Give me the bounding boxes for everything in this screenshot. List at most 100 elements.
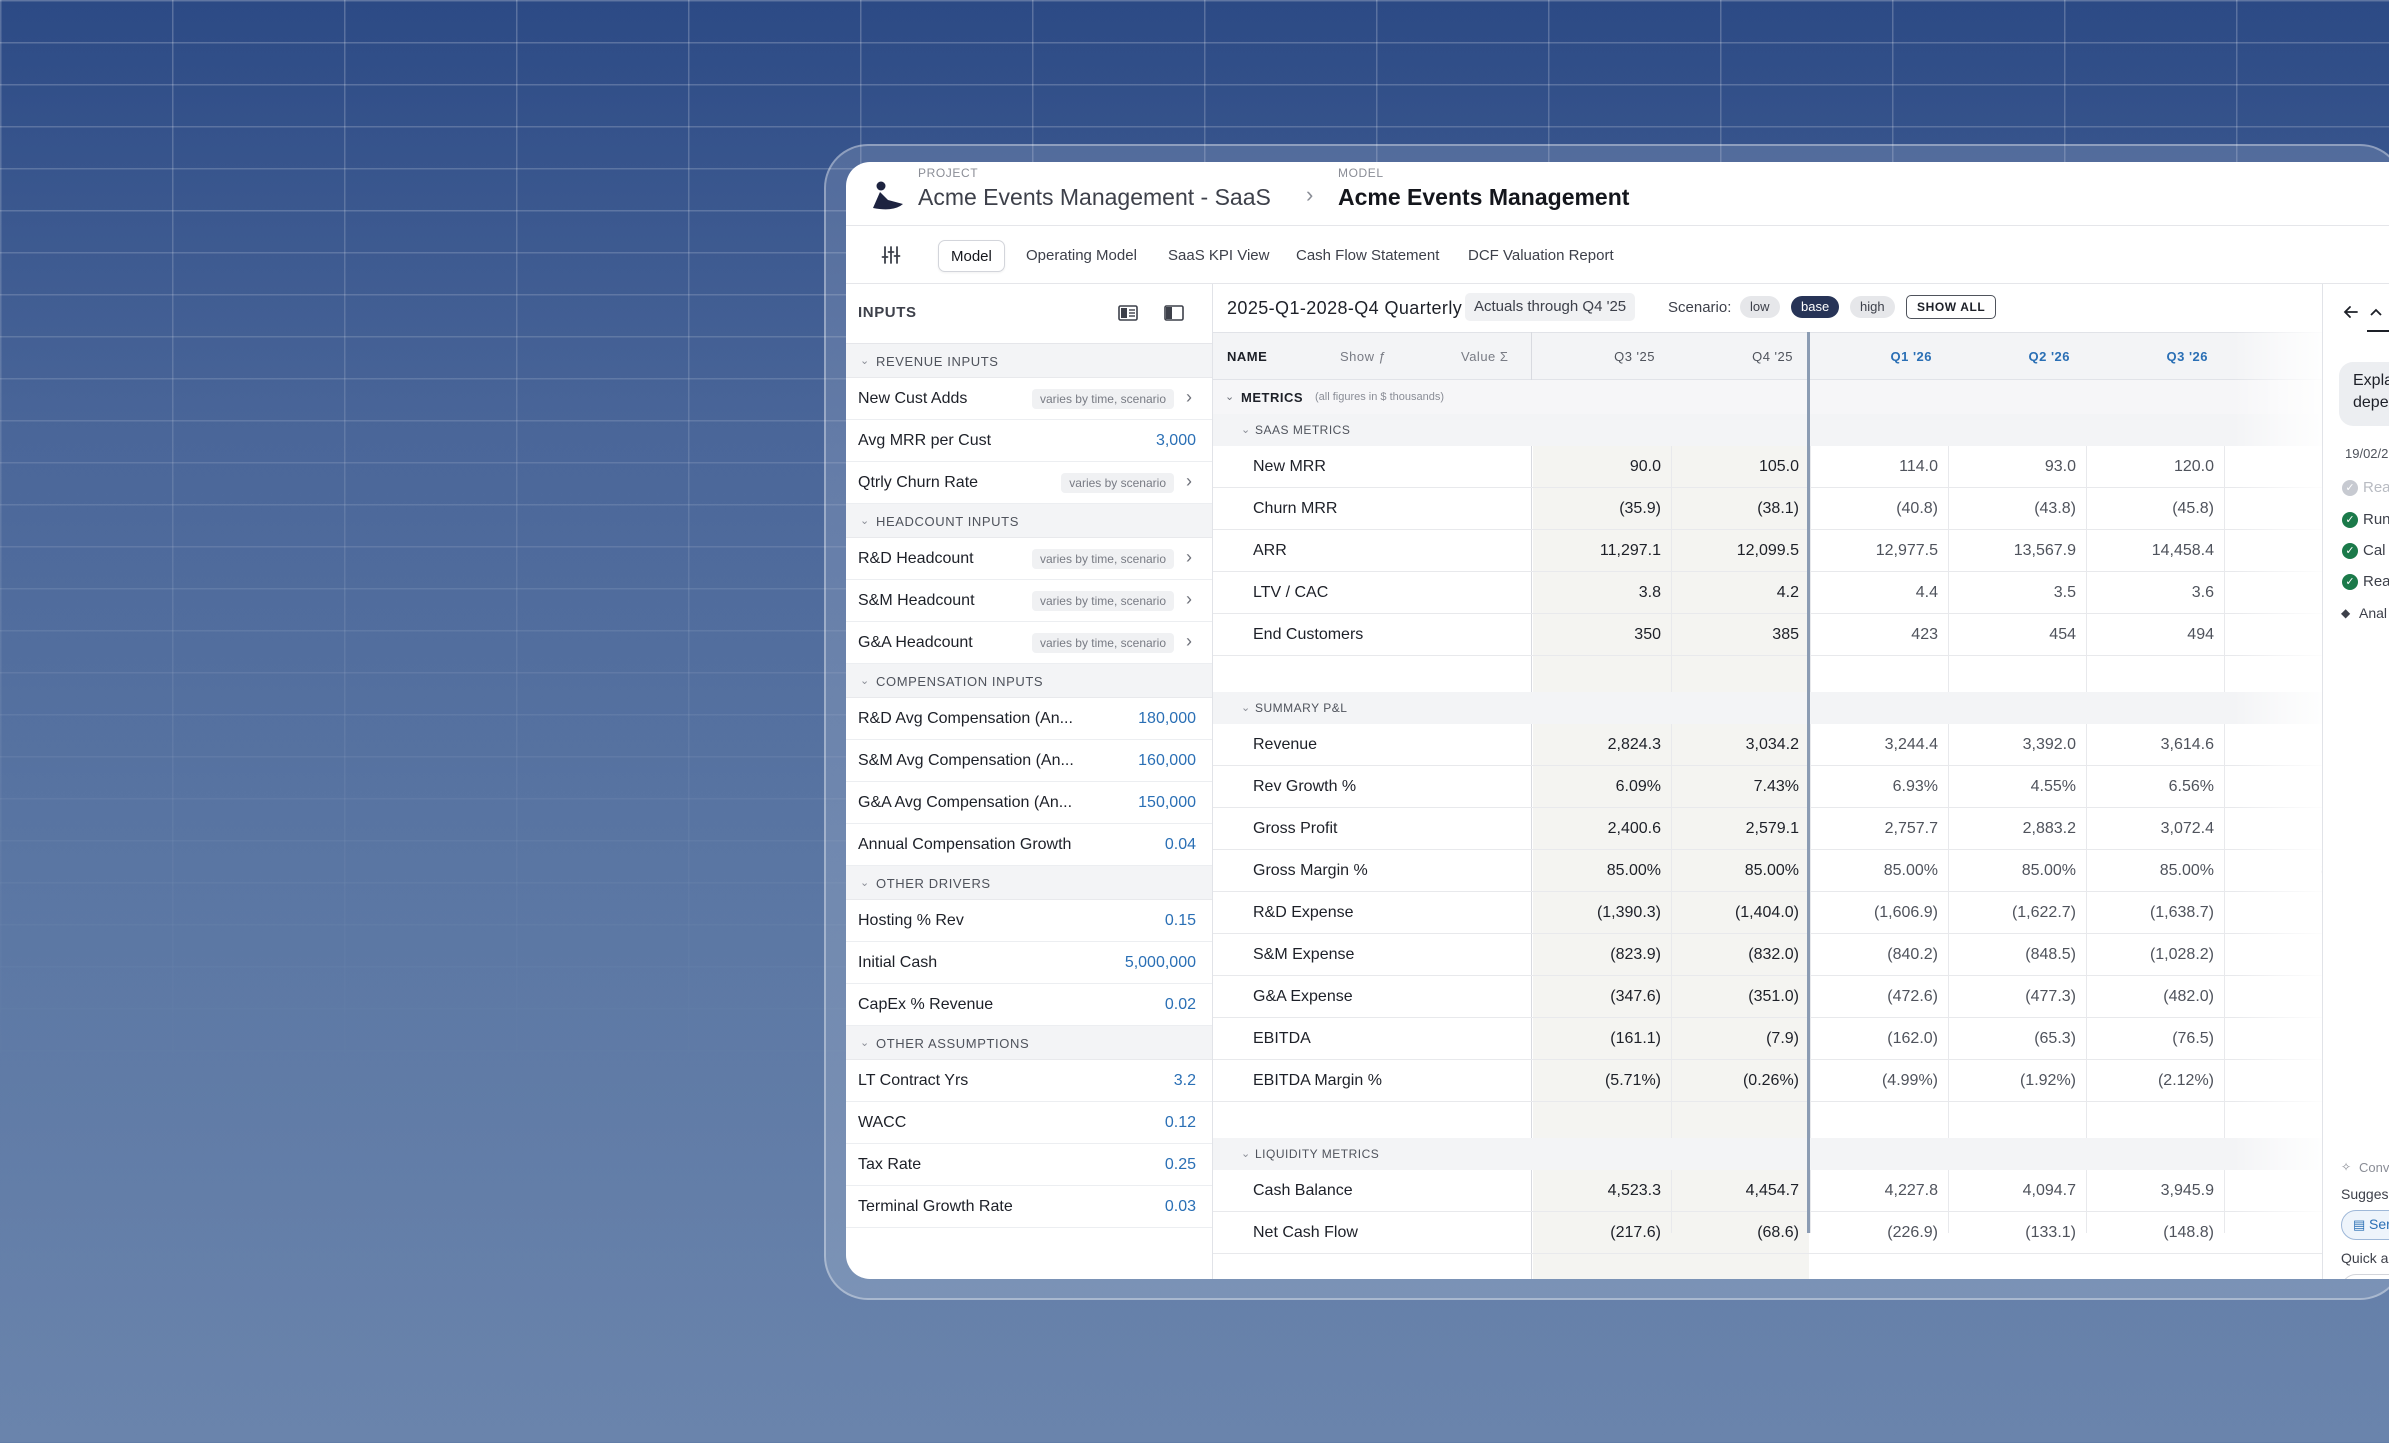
- table-cell[interactable]: 105.0: [1671, 458, 1799, 476]
- table-cell[interactable]: 4,227.8: [1810, 1182, 1938, 1200]
- scenario-low[interactable]: low: [1740, 296, 1780, 318]
- table-cell[interactable]: 4,094.7: [1948, 1182, 2076, 1200]
- chevron-right-icon[interactable]: ›: [1186, 471, 1192, 492]
- input-row[interactable]: G&A Headcount varies by time, scenario ›: [846, 622, 1212, 664]
- inputs-section-header[interactable]: ⌄ COMPENSATION INPUTS: [846, 664, 1212, 698]
- inputs-section-header[interactable]: ⌄ REVENUE INPUTS: [846, 344, 1212, 378]
- table-cell[interactable]: 7.43%: [1671, 778, 1799, 796]
- sliders-icon[interactable]: [880, 244, 902, 266]
- table-row[interactable]: New MRR90.0105.0114.093.0120.09: [1213, 446, 2352, 488]
- table-cell[interactable]: 2,824.3: [1533, 736, 1661, 754]
- input-value[interactable]: 0.15: [1165, 912, 1196, 930]
- table-cell[interactable]: (1,404.0): [1671, 904, 1799, 922]
- table-cell[interactable]: (162.0): [1810, 1030, 1938, 1048]
- model-title[interactable]: Acme Events Management: [1338, 184, 1629, 211]
- input-value[interactable]: 150,000: [1138, 794, 1196, 812]
- input-row[interactable]: G&A Avg Compensation (An... 150,000: [846, 782, 1212, 824]
- chevron-right-icon[interactable]: ›: [1186, 547, 1192, 568]
- table-row[interactable]: End Customers 350 385 423 454 494: [1213, 614, 2322, 656]
- tab-cash-flow-statement[interactable]: Cash Flow Statement: [1284, 240, 1451, 272]
- inputs-section-header[interactable]: ⌄ HEADCOUNT INPUTS: [846, 504, 1212, 538]
- period-header[interactable]: Q4 '25: [1671, 349, 1793, 364]
- table-cell[interactable]: (133.1): [1948, 1224, 2076, 1242]
- input-value[interactable]: 160,000: [1138, 752, 1196, 770]
- table-cell[interactable]: (45.8): [2086, 500, 2214, 518]
- input-value[interactable]: 3,000: [1156, 432, 1196, 450]
- table-row[interactable]: G&A Expense (347.6) (351.0) (472.6) (477.3) (…: [1213, 976, 2352, 1018]
- table-cell[interactable]: (477.3): [1948, 988, 2076, 1006]
- table-cell[interactable]: (1,622.7): [1948, 904, 2076, 922]
- project-title[interactable]: Acme Events Management - SaaS: [918, 184, 1271, 211]
- period-header[interactable]: Q1 '26: [1810, 349, 1932, 364]
- table-cell[interactable]: 6.56%: [2086, 778, 2214, 796]
- table-cell[interactable]: 85.00%: [1948, 862, 2076, 880]
- table-cell[interactable]: 3,392.0: [1948, 736, 2076, 754]
- table-cell[interactable]: (226.9): [1810, 1224, 1938, 1242]
- inputs-section-header[interactable]: ⌄ OTHER DRIVERS: [846, 866, 1212, 900]
- input-value[interactable]: 0.12: [1165, 1114, 1196, 1132]
- quick-action-chip[interactable]: [2341, 1274, 2389, 1279]
- table-cell[interactable]: 14,458.4: [2086, 542, 2214, 560]
- input-value[interactable]: 0.04: [1165, 836, 1196, 854]
- sidebar-toggle-icon[interactable]: [1164, 304, 1184, 322]
- input-row[interactable]: Avg MRR per Cust 3,000: [846, 420, 1212, 462]
- table-cell[interactable]: 11,297.1: [1533, 542, 1661, 560]
- table-cell[interactable]: 454: [1948, 626, 2076, 644]
- table-cell[interactable]: (35.9): [1533, 500, 1661, 518]
- input-row[interactable]: LT Contract Yrs 3.2: [846, 1060, 1212, 1102]
- table-cell[interactable]: (1,390.3): [1533, 904, 1661, 922]
- table-row[interactable]: Net Cash Flow (217.6) (68.6) (226.9) (133.1)…: [1213, 1212, 2352, 1254]
- tab-operating-model[interactable]: Operating Model: [1014, 240, 1149, 272]
- table-cell[interactable]: (76.5): [2086, 1030, 2214, 1048]
- table-cell[interactable]: 85.00%: [1533, 862, 1661, 880]
- input-row[interactable]: CapEx % Revenue 0.02: [846, 984, 1212, 1026]
- table-row[interactable]: Churn MRR(35.9)(38.1)(40.8)(43.8)(45.8)(…: [1213, 488, 2352, 530]
- input-row[interactable]: R&D Headcount varies by time, scenario ›: [846, 538, 1212, 580]
- back-arrow-icon[interactable]: [2343, 304, 2359, 320]
- table-row[interactable]: S&M Expense (823.9) (832.0) (840.2) (848.5) (…: [1213, 934, 2352, 976]
- input-row[interactable]: S&M Headcount varies by time, scenario ›: [846, 580, 1212, 622]
- table-cell[interactable]: (1.92%): [1948, 1072, 2076, 1090]
- table-cell[interactable]: 85.00%: [2086, 862, 2214, 880]
- table-cell[interactable]: 3.8: [1533, 584, 1661, 602]
- table-cell[interactable]: 3,072.4: [2086, 820, 2214, 838]
- tab-dcf-valuation-report[interactable]: DCF Valuation Report: [1456, 240, 1626, 272]
- table-cell[interactable]: (43.8): [1948, 500, 2076, 518]
- subgroup-header[interactable]: ⌄ LIQUIDITY METRICS: [1213, 1138, 2322, 1170]
- table-cell[interactable]: 2,400.6: [1533, 820, 1661, 838]
- actuals-badge[interactable]: Actuals through Q4 '25: [1465, 293, 1636, 321]
- input-value[interactable]: 3.2: [1174, 1072, 1196, 1090]
- table-cell[interactable]: 2,579.1: [1671, 820, 1799, 838]
- table-cell[interactable]: 350: [1533, 626, 1661, 644]
- table-cell[interactable]: (840.2): [1810, 946, 1938, 964]
- table-cell[interactable]: 114.0: [1810, 458, 1938, 476]
- tab-model[interactable]: Model: [938, 240, 1005, 272]
- table-cell[interactable]: (217.6): [1533, 1224, 1661, 1242]
- table-cell[interactable]: (65.3): [1948, 1030, 2076, 1048]
- table-cell[interactable]: (1,606.9): [1810, 904, 1938, 922]
- table-cell[interactable]: (0.26%): [1671, 1072, 1799, 1090]
- input-row[interactable]: WACC 0.12: [846, 1102, 1212, 1144]
- table-row[interactable]: Gross Margin % 85.00% 85.00% 85.00% 85.00% 85…: [1213, 850, 2352, 892]
- table-cell[interactable]: 3,034.2: [1671, 736, 1799, 754]
- col-name[interactable]: NAME: [1227, 349, 1267, 364]
- input-row[interactable]: Tax Rate 0.25: [846, 1144, 1212, 1186]
- table-cell[interactable]: (347.6): [1533, 988, 1661, 1006]
- table-cell[interactable]: (161.1): [1533, 1030, 1661, 1048]
- period-header[interactable]: Q3 '25: [1533, 349, 1655, 364]
- table-cell[interactable]: 85.00%: [1671, 862, 1799, 880]
- chevron-up-icon[interactable]: [2369, 306, 2383, 318]
- table-cell[interactable]: 6.93%: [1810, 778, 1938, 796]
- table-cell[interactable]: (1,638.7): [2086, 904, 2214, 922]
- input-row[interactable]: R&D Avg Compensation (An... 180,000: [846, 698, 1212, 740]
- metrics-group-header[interactable]: ⌄ METRICS (all figures in $ thousands): [1213, 380, 2322, 414]
- table-row[interactable]: Cash Balance 4,523.3 4,454.7 4,227.8 4,094.7…: [1213, 1170, 2352, 1212]
- table-cell[interactable]: 85.00%: [1810, 862, 1938, 880]
- table-cell[interactable]: 4.55%: [1948, 778, 2076, 796]
- table-cell[interactable]: 12,099.5: [1671, 542, 1799, 560]
- table-cell[interactable]: 12,977.5: [1810, 542, 1938, 560]
- table-cell[interactable]: 2,883.2: [1948, 820, 2076, 838]
- table-cell[interactable]: (7.9): [1671, 1030, 1799, 1048]
- table-cell[interactable]: 494: [2086, 626, 2214, 644]
- table-cell[interactable]: 385: [1671, 626, 1799, 644]
